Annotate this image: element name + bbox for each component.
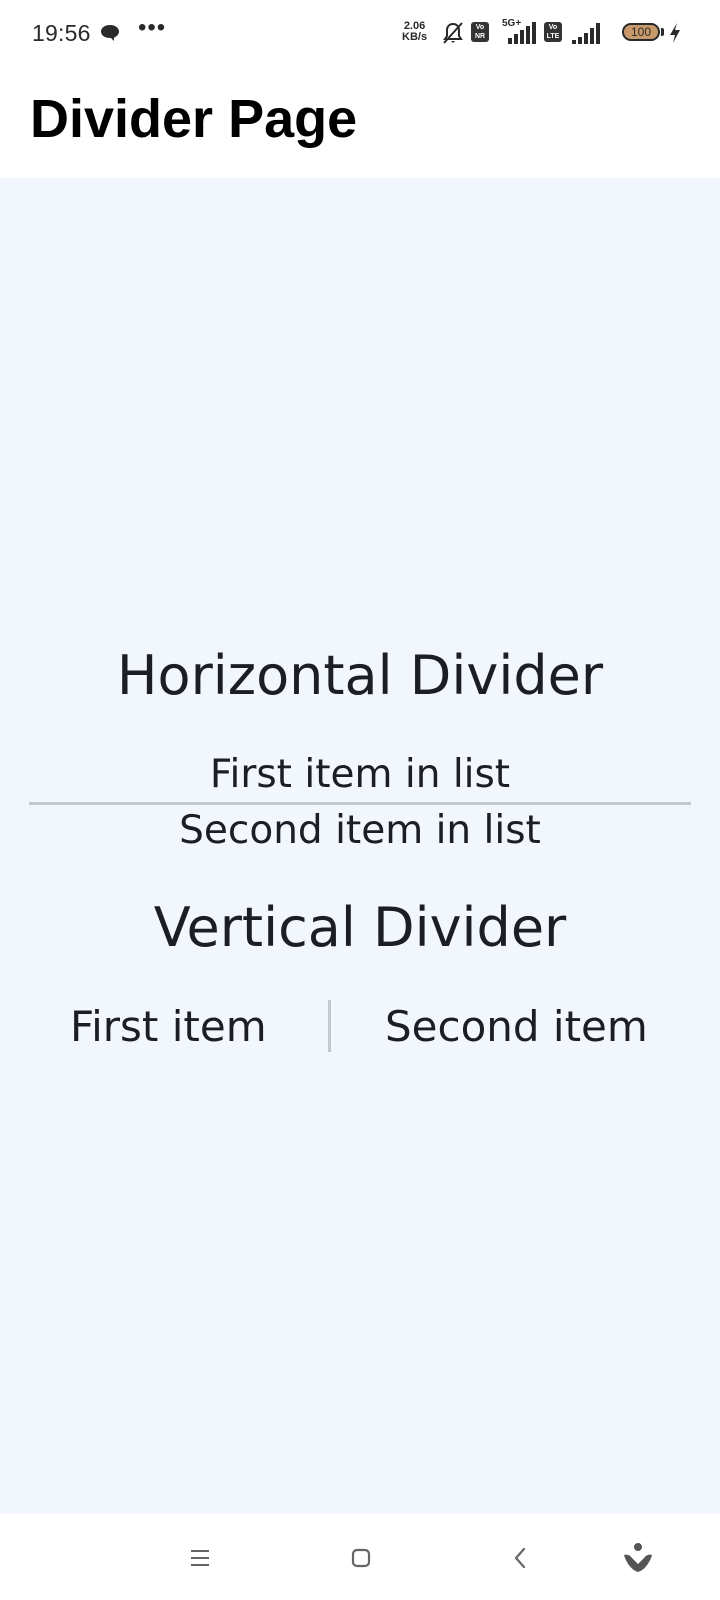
list-item-second: Second item in list xyxy=(179,808,541,853)
signal-icon xyxy=(572,23,600,44)
signal-icon xyxy=(508,22,536,44)
more-notifications-indicator: ••• xyxy=(138,14,167,41)
volte-lte-badge: Vo LTE xyxy=(544,22,562,42)
chat-icon xyxy=(101,25,119,41)
vertical-divider xyxy=(328,1000,331,1052)
battery-tip xyxy=(661,28,664,36)
page-title: Divider Page xyxy=(30,89,358,149)
battery-icon: 100 xyxy=(622,23,660,41)
assistant-icon[interactable] xyxy=(620,1540,656,1576)
back-icon[interactable] xyxy=(503,1540,539,1576)
network-speed: 2.06 KB/s xyxy=(402,21,427,43)
horizontal-divider xyxy=(29,802,691,805)
horizontal-divider-heading: Horizontal Divider xyxy=(116,644,604,707)
volte-nr-badge: Vo NR xyxy=(471,22,489,42)
row-item-first: First item xyxy=(70,1002,267,1051)
status-bar: 19:56 ••• 2.06 KB/s Vo NR 5G+ Vo LTE 100 xyxy=(0,0,720,64)
network-speed-unit: KB/s xyxy=(402,31,428,43)
menu-icon[interactable] xyxy=(182,1540,218,1576)
list-item-first: First item in list xyxy=(209,752,511,797)
charging-icon xyxy=(670,23,680,43)
status-time: 19:56 xyxy=(32,20,91,46)
row-item-second: Second item xyxy=(385,1002,648,1051)
home-icon[interactable] xyxy=(343,1540,379,1576)
vertical-divider-heading: Vertical Divider xyxy=(153,896,567,959)
mute-icon xyxy=(443,22,463,44)
